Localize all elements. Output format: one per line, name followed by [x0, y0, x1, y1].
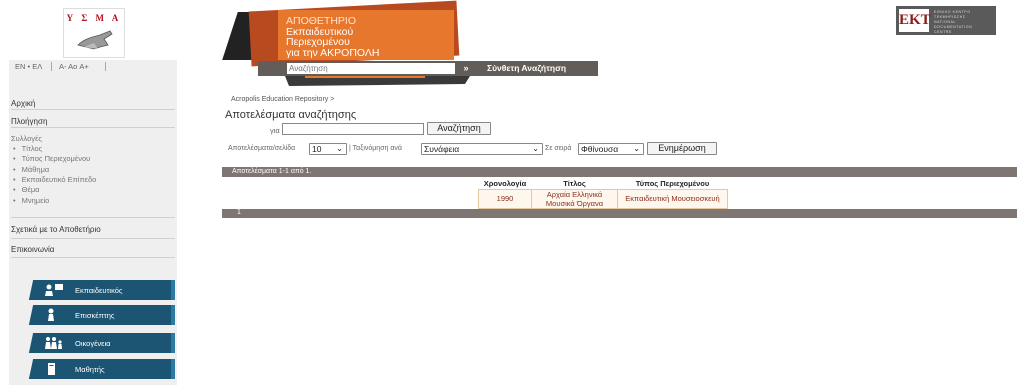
per-page-select[interactable]: 10 ⌄ [309, 143, 347, 155]
nav-divider [11, 238, 175, 239]
search-go-button[interactable]: » [459, 63, 473, 74]
nav-divider [11, 217, 175, 218]
chevron-down-icon: ⌄ [336, 144, 343, 153]
pagination-page[interactable]: 1 [237, 209, 241, 216]
language-switch[interactable]: EN • ΕΛ [15, 62, 42, 71]
nav-divider [11, 257, 175, 258]
profile-student-label: Μαθητής [75, 365, 105, 374]
nav-divider [11, 109, 175, 110]
browse-course[interactable]: Μάθημα [13, 165, 50, 174]
update-button[interactable]: Ενημέρωση [647, 142, 717, 155]
browse-content-type[interactable]: Τύπος Περιεχομένου [13, 154, 91, 163]
profile-visitor-label: Επισκέπτης [75, 311, 115, 320]
top-search-bar: » Σύνθετη Αναζήτηση [258, 61, 598, 76]
profile-visitor-button[interactable]: Επισκέπτης [37, 305, 175, 325]
sort-value: Συνάφεια [424, 144, 460, 154]
column-header-content-type[interactable]: Τύπος Περιεχομένου [618, 179, 728, 189]
advanced-search-link[interactable]: Σύνθετη Αναζήτηση [487, 63, 566, 73]
chevron-down-icon: ⌄ [532, 144, 539, 153]
banner-title: ΑΠΟΘΕΤΗΡΙΟ Εκπαιδευτικού Περιεχομένου γι… [286, 15, 380, 59]
profile-family-button[interactable]: Οικογένεια [37, 333, 175, 353]
pagination-bar: 1 [222, 209, 1017, 218]
student-icon [48, 363, 55, 375]
ekt-logo[interactable]: EKT ΕΘΝΙΚΟ ΚΕΝΤΡΟ ΤΕΚΜΗΡΙΩΣΗΣ NATIONAL D… [896, 6, 996, 35]
column-header-title[interactable]: Τίτλος [532, 179, 618, 189]
language-bar: EN • ΕΛ A- Aο A+ [9, 60, 177, 73]
column-header-date[interactable]: Χρονολογία [479, 179, 532, 189]
nav-home[interactable]: Αρχική [11, 99, 175, 108]
order-label: Σε σειρά [545, 145, 572, 152]
visitor-icon [48, 308, 54, 321]
left-sidebar: Αρχική Πλοήγηση Συλλογές Τίτλος Τύπος Πε… [9, 73, 177, 385]
profile-student-button[interactable]: Μαθητής [37, 359, 175, 379]
results-summary-bar: Αποτελέσματα 1-1 από 1. [222, 167, 1017, 177]
order-select[interactable]: Φθίνουσα ⌄ [578, 143, 644, 155]
per-page-label: Αποτελέσματα/σελίδα [228, 145, 296, 152]
nav-divider [11, 127, 175, 128]
profile-teacher-label: Εκπαιδευτικός [75, 286, 123, 295]
browse-education-level[interactable]: Εκπαιδευτικό Επίπεδο [13, 175, 97, 184]
cell-title-link[interactable]: Αρχαία Ελληνικά Μουσικά Όργανα [531, 188, 618, 209]
browse-title[interactable]: Τίτλος [13, 144, 43, 153]
browse-subject[interactable]: Θέμα [13, 185, 40, 194]
page-title: Αποτελέσματα αναζήτησης [225, 109, 357, 121]
breadcrumb[interactable]: Acropolis Education Repository > [231, 96, 334, 103]
top-search-input[interactable] [287, 63, 455, 74]
nav-browse[interactable]: Πλοήγηση [11, 117, 175, 126]
ysma-logo[interactable]: Υ Σ Μ Α [63, 8, 125, 58]
font-size-buttons[interactable]: A- Aο A+ [59, 62, 89, 71]
ekt-logo-mark: EKT [899, 9, 931, 32]
results-summary: Αποτελέσματα 1-1 από 1. [232, 168, 312, 175]
ekt-logo-text: ΕΘΝΙΚΟ ΚΕΝΤΡΟ ΤΕΚΜΗΡΙΩΣΗΣ NATIONAL DOCUM… [934, 10, 973, 34]
nav-contact[interactable]: Επικοινωνία [11, 245, 175, 254]
cell-content-type: Εκπαιδευτική Μουσειοσκευή [617, 188, 728, 209]
results-table: Χρονολογία Τίτλος Τύπος Περιεχομένου 199… [478, 179, 728, 209]
query-label: για [270, 126, 280, 135]
divider [105, 62, 106, 71]
browse-monument[interactable]: Μνημείο [13, 196, 50, 205]
per-page-value: 10 [312, 144, 322, 154]
chevron-down-icon: ⌄ [633, 144, 640, 153]
repository-banner[interactable]: ΑΠΟΘΕΤΗΡΙΟ Εκπαιδευτικού Περιεχομένου γι… [222, 0, 460, 67]
query-input[interactable] [282, 123, 424, 135]
cell-date: 1990 [478, 188, 532, 209]
sort-label: | Ταξινόμηση ανά [349, 145, 402, 152]
nav-about[interactable]: Σχετικά με το Αποθετήριο [11, 225, 175, 234]
table-header-row: Χρονολογία Τίτλος Τύπος Περιεχομένου [479, 179, 728, 189]
order-value: Φθίνουσα [581, 144, 619, 154]
search-button[interactable]: Αναζήτηση [427, 122, 491, 135]
family-icon [45, 337, 62, 349]
table-row[interactable]: 1990 Αρχαία Ελληνικά Μουσικά Όργανα Εκπα… [478, 188, 728, 209]
profile-teacher-button[interactable]: Εκπαιδευτικός [37, 280, 175, 300]
decorative-stripe [285, 76, 470, 86]
ysma-logo-text: Υ Σ Μ Α [66, 13, 122, 23]
statue-icon [77, 30, 113, 50]
nav-collections[interactable]: Συλλογές [11, 134, 42, 143]
sort-select[interactable]: Συνάφεια ⌄ [421, 143, 543, 155]
teacher-icon [45, 284, 63, 296]
divider [51, 62, 52, 71]
profile-family-label: Οικογένεια [75, 339, 111, 348]
